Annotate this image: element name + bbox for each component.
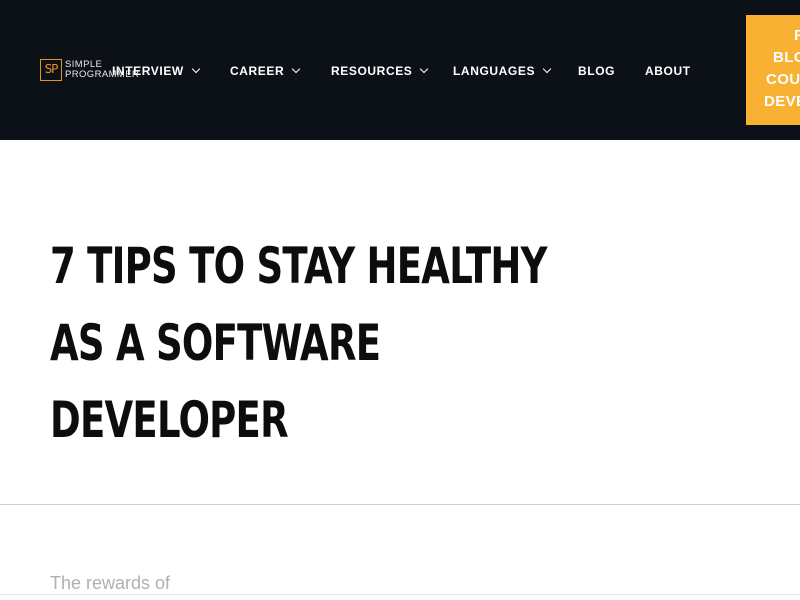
nav-item-label: RESOURCES — [331, 64, 413, 78]
nav-item-about[interactable]: ABOUT — [645, 63, 691, 79]
article-title-line: DEVELOPER — [50, 391, 289, 449]
chevron-down-icon — [420, 64, 429, 74]
cta-line: DEVE — [764, 93, 800, 110]
chevron-down-icon — [542, 64, 552, 74]
nav-item-resources[interactable]: RESOURCES — [331, 63, 429, 79]
cta-line: F — [794, 27, 800, 44]
nav-item-label: BLOG — [578, 64, 616, 78]
nav-item-label: ABOUT — [645, 64, 691, 78]
cta-line: BLO — [773, 49, 800, 66]
nav-item-languages[interactable]: LANGUAGES — [453, 63, 552, 79]
article-title: 7 TIPS TO STAY HEALTHY AS A SOFTWARE DEV… — [50, 228, 547, 459]
nav-item-label: INTERVIEW — [112, 64, 184, 78]
nav-item-label: LANGUAGES — [453, 64, 536, 78]
cta-line: COU — [766, 71, 800, 88]
nav-item-label: CAREER — [230, 64, 285, 78]
chevron-down-icon — [191, 64, 201, 74]
logo-mark: SP — [40, 59, 62, 81]
nav-item-interview[interactable]: INTERVIEW — [112, 63, 201, 79]
section-divider — [0, 504, 800, 505]
cta-button[interactable]: F BLO COU DEVE — [746, 15, 800, 125]
nav-item-blog[interactable]: BLOG — [578, 63, 615, 79]
content-divider — [0, 594, 800, 595]
article-title-line: 7 TIPS TO STAY HEALTHY — [50, 237, 547, 295]
site-header: SP SIMPLE PROGRAMMER INTERVIEW CAREER RE… — [0, 0, 800, 140]
nav-item-career[interactable]: CAREER — [230, 63, 301, 79]
article-title-line: AS A SOFTWARE — [50, 314, 381, 372]
chevron-down-icon — [292, 64, 301, 74]
article-excerpt: The rewards of — [50, 573, 171, 593]
